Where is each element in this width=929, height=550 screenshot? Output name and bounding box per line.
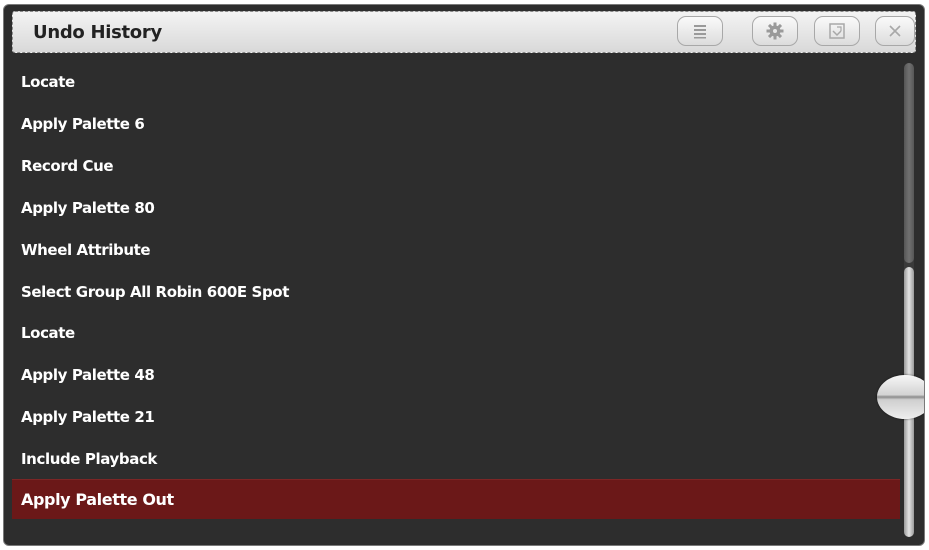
window-title: Undo History [33,22,162,43]
list-item[interactable]: Apply Palette 80 [12,188,900,228]
undo-history-window: Undo History Locate Apply Palette 6 Reco… [3,4,925,546]
list-item[interactable]: Apply Palette 21 [12,397,900,437]
gear-icon [766,22,784,40]
menu-button[interactable] [677,16,723,46]
undo-history-list: Locate Apply Palette 6 Record Cue Apply … [12,57,906,537]
list-item[interactable]: Locate [12,313,900,353]
list-menu-icon [694,25,706,39]
list-item[interactable]: Include Playback [12,439,900,479]
list-item[interactable]: Locate [12,62,900,102]
list-item[interactable]: Apply Palette 6 [12,104,900,144]
settings-button[interactable] [752,16,798,46]
list-item[interactable]: Apply Palette 48 [12,355,900,395]
close-button[interactable] [875,16,915,46]
list-item[interactable]: Select Group All Robin 600E Spot [12,272,900,312]
scrollbar-top-cap [904,63,914,263]
list-item[interactable]: Record Cue [12,146,900,186]
window-titlebar[interactable]: Undo History [12,11,916,53]
list-item[interactable]: Wheel Attribute [12,230,900,270]
resize-button[interactable] [814,16,860,46]
list-item-selected[interactable]: Apply Palette Out [12,479,900,519]
scroll-knob[interactable] [877,375,924,419]
resize-icon [829,23,845,39]
close-icon [889,25,901,37]
